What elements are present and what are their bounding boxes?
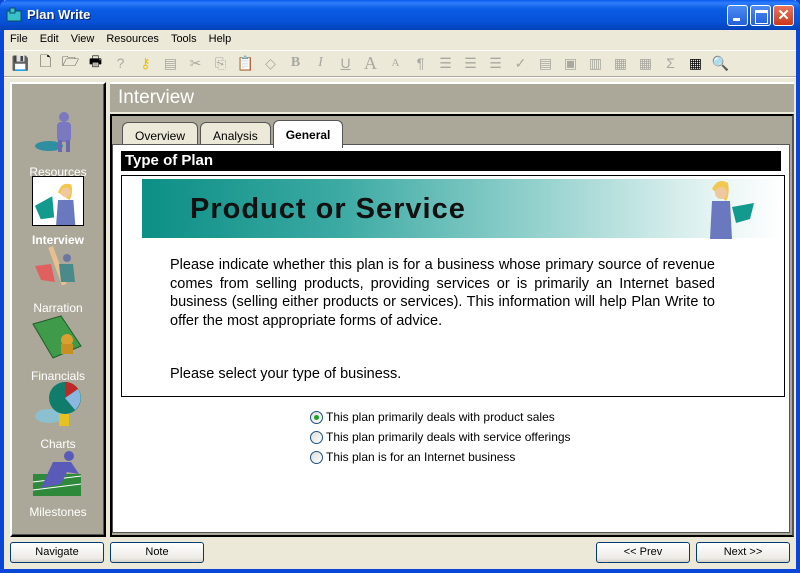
new-document-icon[interactable]: 🗋 — [33, 52, 58, 74]
toolbar: 💾 🗋 🗁 🖶 ? ⚷ ▤ ✂ ⎘ 📋 ◇ B I U A A ¶ ☰ ☰ ☰ … — [4, 50, 796, 75]
option-service-offerings[interactable]: This plan primarily deals with service o… — [310, 427, 571, 447]
option-label: This plan is for an Internet business — [326, 450, 516, 464]
sidebar-item-narration[interactable]: Narration — [12, 244, 104, 315]
navigate-button[interactable]: Navigate — [10, 542, 104, 563]
option-label: This plan primarily deals with product s… — [326, 410, 555, 424]
document-table-icon[interactable]: ▦ — [608, 52, 633, 74]
option-label: This plan primarily deals with service o… — [326, 430, 571, 444]
section-header: Interview — [110, 82, 794, 112]
paste-icon[interactable]: 📋 — [233, 52, 258, 74]
radio-button[interactable] — [310, 450, 323, 464]
radio-button[interactable] — [310, 430, 323, 444]
sidebar-item-milestones[interactable]: Milestones — [12, 448, 104, 519]
maximize-icon — [751, 6, 770, 25]
minimize-icon — [728, 6, 747, 25]
save-icon[interactable]: 💾 — [8, 52, 33, 74]
next-button[interactable]: Next >> — [696, 542, 790, 563]
shrink-font-icon[interactable]: A — [383, 52, 408, 74]
sidebar-item-financials[interactable]: Financials — [12, 312, 104, 383]
window-title: Plan Write — [27, 7, 91, 22]
content-frame: Overview Analysis General Type of Plan P… — [110, 114, 794, 537]
paragraph-icon[interactable]: ¶ — [408, 52, 433, 74]
tab-general[interactable]: General — [272, 120, 344, 148]
app-window: Plan Write ✕ File Edit View Resources To… — [0, 0, 800, 573]
tab-bar: Overview Analysis General — [122, 120, 345, 148]
main-panel: Interview Overview Analysis General Type… — [110, 82, 794, 537]
prev-button[interactable]: << Prev — [596, 542, 690, 563]
menu-resources[interactable]: Resources — [100, 30, 165, 49]
close-icon: ✕ — [777, 7, 790, 24]
tab-overview[interactable]: Overview — [122, 122, 199, 146]
grid-icon[interactable]: ▦ — [633, 52, 658, 74]
business-type-radio-group: This plan primarily deals with product s… — [310, 407, 571, 467]
italic-icon[interactable]: I — [308, 52, 333, 74]
sidebar-label: Milestones — [29, 505, 87, 519]
title-bar: Plan Write ✕ — [0, 0, 800, 30]
banner-title: Product or Service — [190, 193, 466, 225]
caption-icon[interactable]: ▤ — [158, 52, 183, 74]
copy-icon[interactable]: ⎘ — [208, 52, 233, 74]
eraser-icon[interactable]: ◇ — [258, 52, 283, 74]
print-icon[interactable]: 🖶 — [83, 52, 108, 74]
tab-page-general: Type of Plan Product or Service Please i… — [112, 144, 790, 533]
sum-icon[interactable]: Σ — [658, 52, 683, 74]
text-frame-icon[interactable]: ▣ — [558, 52, 583, 74]
menu-tools[interactable]: Tools — [165, 30, 203, 49]
underline-icon[interactable]: U — [333, 52, 358, 74]
menu-help[interactable]: Help — [203, 30, 238, 49]
help-icon[interactable]: ? — [108, 52, 133, 74]
milestones-icon — [32, 451, 82, 496]
narration-icon — [35, 246, 75, 286]
align-center-icon[interactable]: ☰ — [458, 52, 483, 74]
option-internet-business[interactable]: This plan is for an Internet business — [310, 447, 571, 467]
open-folder-icon[interactable]: 🗁 — [58, 52, 83, 74]
menu-file[interactable]: File — [4, 30, 34, 49]
magnifier-icon[interactable]: 🔍 — [708, 52, 733, 74]
spellcheck-icon[interactable]: ✓ — [508, 52, 533, 74]
info-box: Product or Service Please indicate wheth… — [121, 175, 785, 397]
interviewer-illustration-icon — [710, 181, 754, 239]
tab-analysis[interactable]: Analysis — [200, 122, 271, 146]
text-block-icon[interactable]: ▤ — [533, 52, 558, 74]
menu-view[interactable]: View — [65, 30, 101, 49]
sidebar-item-resources[interactable]: Resources — [12, 108, 104, 179]
financials-icon — [32, 315, 82, 359]
sidebar-item-charts[interactable]: Charts — [12, 380, 104, 451]
section-title: Interview — [118, 87, 195, 108]
prompt-text: Please select your type of business. — [170, 366, 402, 382]
bold-icon[interactable]: B — [283, 52, 308, 74]
menu-edit[interactable]: Edit — [34, 30, 65, 49]
charts-icon — [35, 382, 81, 426]
interview-icon — [32, 176, 84, 226]
minimize-button[interactable] — [727, 5, 748, 26]
align-left-icon[interactable]: ☰ — [433, 52, 458, 74]
option-product-sales[interactable]: This plan primarily deals with product s… — [310, 407, 571, 427]
grow-font-icon[interactable]: A — [358, 52, 383, 74]
spreadsheet-icon[interactable]: ▦ — [683, 52, 708, 74]
radio-button-checked[interactable] — [310, 410, 323, 424]
key-icon[interactable]: ⚷ — [133, 52, 158, 74]
chart-icon[interactable]: ▥ — [583, 52, 608, 74]
sidebar-item-interview[interactable]: Interview — [12, 176, 104, 247]
align-right-icon[interactable]: ☰ — [483, 52, 508, 74]
close-button[interactable]: ✕ — [773, 5, 794, 26]
maximize-button[interactable] — [750, 5, 771, 26]
resources-icon — [35, 112, 71, 152]
type-of-plan-header: Type of Plan — [121, 151, 781, 171]
cut-icon[interactable]: ✂ — [183, 52, 208, 74]
app-icon — [6, 7, 22, 22]
menu-bar: File Edit View Resources Tools Help — [4, 30, 796, 49]
toolbar-divider — [4, 76, 796, 78]
banner: Product or Service — [142, 179, 782, 239]
navigation-sidebar: Resources Interview Narration Financials… — [10, 82, 106, 537]
description-text: Please indicate whether this plan is for… — [170, 257, 715, 329]
note-button[interactable]: Note — [110, 542, 204, 563]
